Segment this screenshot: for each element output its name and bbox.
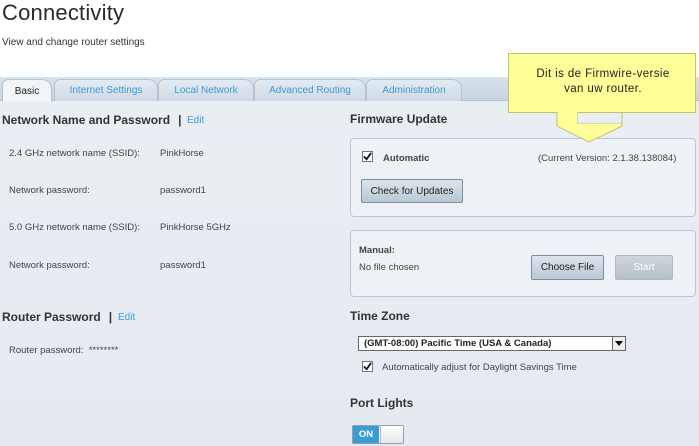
router-password-value: ******** bbox=[88, 345, 119, 356]
router-password-title: Router Password bbox=[2, 310, 101, 324]
choose-file-button[interactable]: Choose File bbox=[531, 255, 604, 280]
router-password-label: Router password: ******** bbox=[9, 345, 118, 356]
time-zone-select[interactable]: (GMT-08:00) Pacific Time (USA & Canada) bbox=[358, 336, 626, 351]
automatic-checkbox[interactable] bbox=[362, 151, 373, 162]
password-24-label: Network password: bbox=[9, 185, 90, 196]
manual-label: Manual: bbox=[359, 245, 395, 256]
ssid-24-value: PinkHorse bbox=[160, 148, 204, 159]
ssid-24-label: 2.4 GHz network name (SSID): bbox=[9, 148, 140, 159]
title-separator: | bbox=[178, 113, 182, 127]
tab-local-network[interactable]: Local Network bbox=[158, 79, 254, 101]
page-title: Connectivity bbox=[2, 0, 125, 25]
time-zone-title: Time Zone bbox=[350, 309, 410, 323]
tooltip-pointer-icon bbox=[556, 112, 623, 143]
dst-label: Automatically adjust for Daylight Saving… bbox=[382, 362, 577, 373]
title-separator: | bbox=[108, 310, 113, 324]
firmware-version-tooltip: Dit is de Firmwire-versie van uw router. bbox=[508, 53, 696, 113]
toggle-knob bbox=[380, 426, 403, 443]
check-for-updates-button[interactable]: Check for Updates bbox=[361, 179, 463, 203]
toggle-on-label: ON bbox=[353, 426, 379, 443]
checkmark-icon bbox=[363, 152, 372, 161]
chevron-down-icon bbox=[612, 337, 625, 350]
network-title: Network Name and Password bbox=[2, 113, 171, 127]
automatic-label: Automatic bbox=[383, 153, 430, 164]
tooltip-line-2: van uw router. bbox=[564, 83, 642, 95]
router-password-section-title: Router Password | bbox=[2, 310, 120, 324]
password-24-value: password1 bbox=[160, 185, 206, 196]
tooltip-text: Dit is de Firmwire-versie van uw router. bbox=[509, 67, 697, 97]
ssid-50-label: 5.0 GHz network name (SSID): bbox=[9, 222, 140, 233]
network-edit-link[interactable]: Edit bbox=[187, 115, 204, 126]
firmware-auto-panel bbox=[350, 138, 696, 217]
tab-internet-settings[interactable]: Internet Settings bbox=[54, 79, 158, 101]
port-lights-toggle[interactable]: ON bbox=[352, 425, 404, 444]
password-50-label: Network password: bbox=[9, 260, 90, 271]
tooltip-line-1: Dit is de Firmwire-versie bbox=[536, 68, 670, 80]
tab-basic[interactable]: Basic bbox=[2, 79, 52, 102]
router-password-label-text: Router password: bbox=[9, 345, 84, 356]
password-50-value: password1 bbox=[160, 260, 206, 271]
firmware-title: Firmware Update bbox=[350, 112, 448, 126]
dst-checkbox[interactable] bbox=[362, 361, 373, 372]
page-subtitle: View and change router settings bbox=[2, 37, 145, 48]
file-status-text: No file chosen bbox=[359, 262, 420, 273]
network-section-title: Network Name and Password | bbox=[2, 113, 189, 127]
start-button[interactable]: Start bbox=[615, 255, 673, 280]
port-lights-title: Port Lights bbox=[350, 396, 414, 410]
tab-administration[interactable]: Administration bbox=[366, 79, 462, 101]
current-version-text: (Current Version: 2.1.38.138084) bbox=[538, 153, 677, 164]
checkmark-icon bbox=[363, 362, 372, 371]
router-password-edit-link[interactable]: Edit bbox=[118, 312, 135, 323]
ssid-50-value: PinkHorse 5GHz bbox=[160, 222, 231, 233]
tab-advanced-routing[interactable]: Advanced Routing bbox=[254, 79, 366, 101]
time-zone-selected: (GMT-08:00) Pacific Time (USA & Canada) bbox=[364, 338, 552, 349]
